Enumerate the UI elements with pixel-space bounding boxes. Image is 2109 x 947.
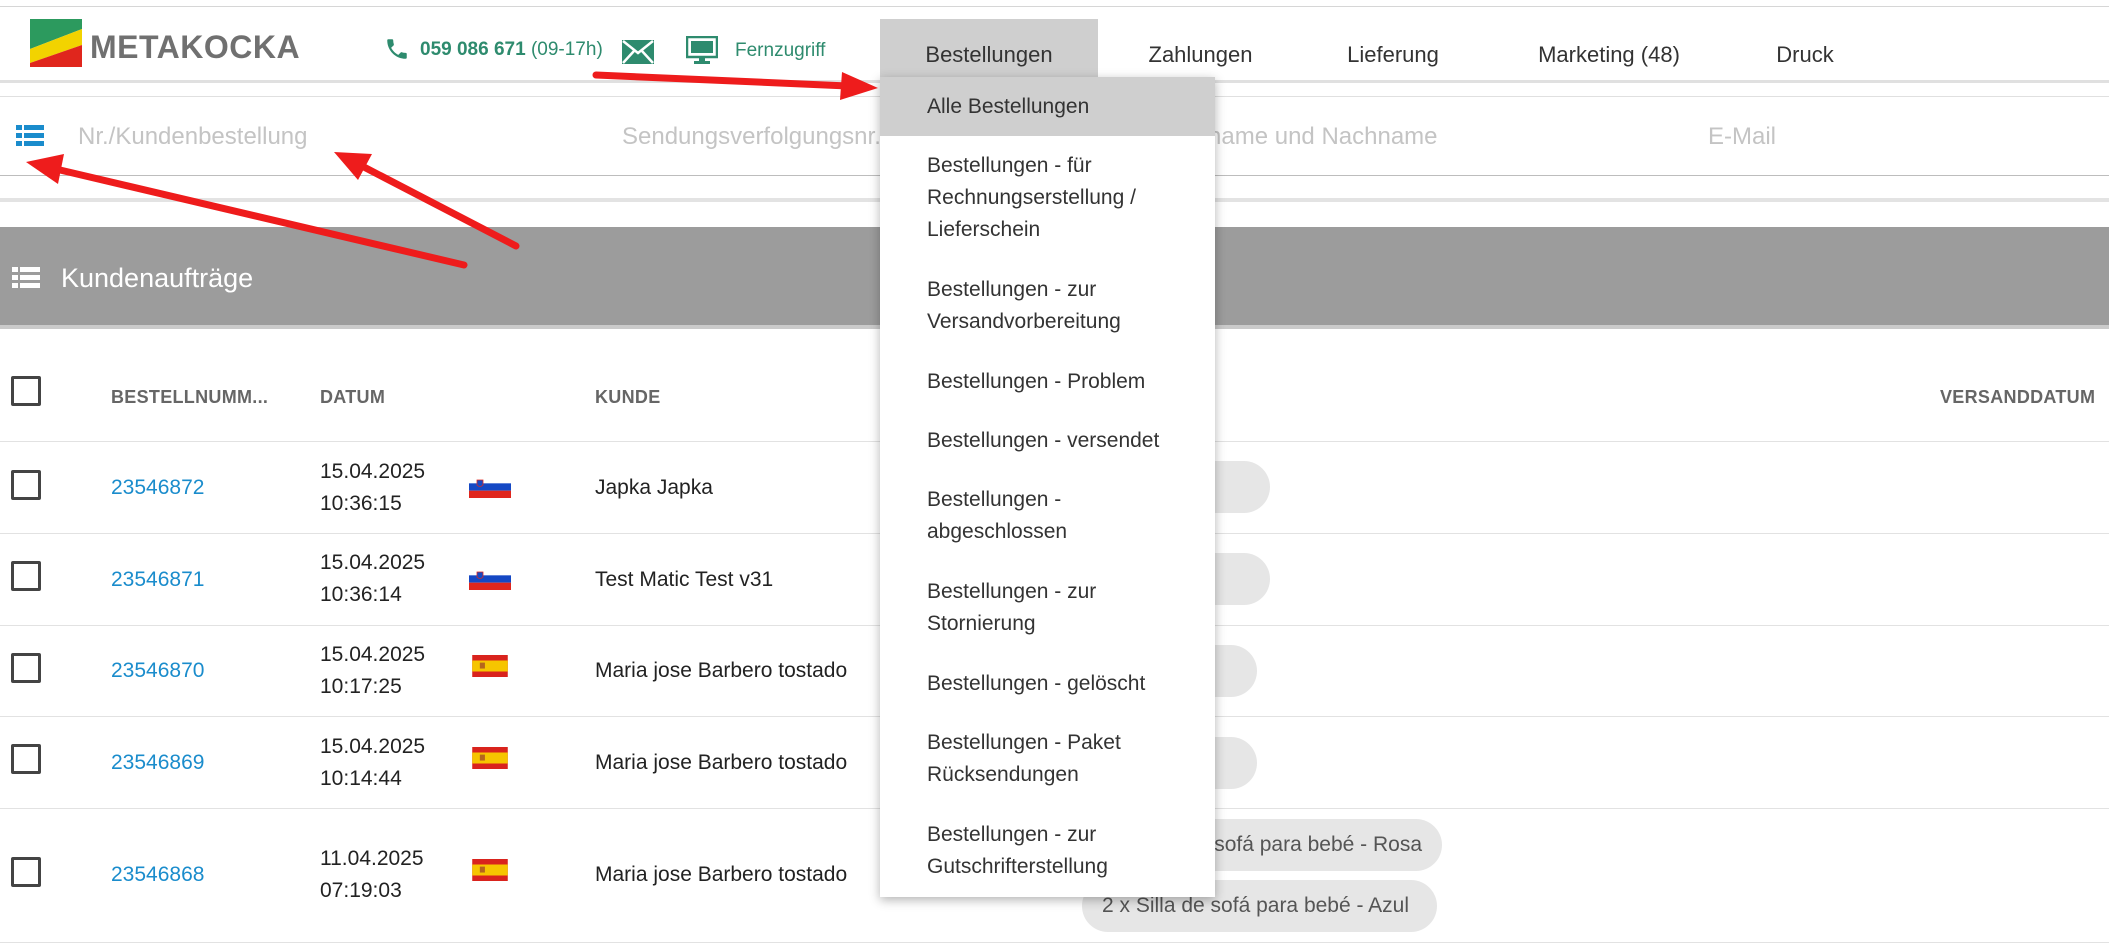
menu-item-cancellation[interactable]: Bestellungen - zur Stornierung [880,576,1215,640]
order-date-day: 15.04.2025 [320,460,426,483]
monitor-icon[interactable] [686,36,718,64]
select-all-checkbox[interactable] [11,376,41,406]
order-number-link[interactable]: 23546870 [111,659,204,683]
order-date-time: 10:17:25 [320,675,402,698]
order-date-time: 10:36:14 [320,583,402,606]
column-header-customer[interactable]: KUNDE [595,387,661,408]
order-date-time: 10:14:44 [320,767,402,790]
order-date-time: 07:19:03 [320,879,402,902]
order-number-search[interactable]: Nr./Kundenbestellung [78,123,308,151]
menu-item-invoicing[interactable]: Bestellungen - für Rechnungserstellung /… [880,150,1215,246]
nav-bestellungen[interactable]: Bestellungen [880,19,1098,82]
menu-item-shipped[interactable]: Bestellungen - versendet [880,425,1215,457]
flag-spain-icon [472,655,508,677]
order-date-day: 11.04.2025 [320,847,424,870]
order-date: 15.04.2025 10:36:15 [320,456,425,520]
email-search[interactable]: E-Mail [1708,123,1776,151]
customer-name: Maria jose Barbero tostado [595,659,848,682]
order-date-time: 10:36:15 [320,492,402,515]
row-divider [0,942,2109,943]
menu-item-all-orders[interactable]: Alle Bestellungen [880,77,1215,136]
menu-item-shipping-prep[interactable]: Bestellungen - zur Versandvorbereitung [880,274,1215,338]
nav-zahlungen[interactable]: Zahlungen [1118,19,1283,82]
order-number-link[interactable]: 23546869 [111,751,204,775]
list-icon [12,267,40,288]
logo-text[interactable]: METAKOCKA [90,29,300,66]
row-checkbox[interactable] [11,561,41,591]
flag-slovenia-icon [469,476,511,498]
order-date: 15.04.2025 10:17:25 [320,639,425,703]
menu-item-returns[interactable]: Bestellungen - Paket Rücksendungen [880,727,1215,791]
menu-item-problem[interactable]: Bestellungen - Problem [880,366,1215,398]
column-header-date[interactable]: DATUM [320,387,385,408]
phone-number-value: 059 086 671 [420,39,526,60]
nav-lieferung[interactable]: Lieferung [1318,19,1468,82]
mail-icon[interactable] [622,40,654,64]
order-date: 11.04.2025 07:19:03 [320,843,424,907]
order-number-link[interactable]: 23546872 [111,476,204,500]
bestellungen-dropdown-menu: Alle Bestellungen Bestellungen - für Rec… [880,77,1215,897]
phone-hours: (09-17h) [530,39,603,60]
remote-access-link[interactable]: Fernzugriff [735,40,825,62]
order-number-link[interactable]: 23546871 [111,568,204,592]
flag-slovenia-icon [469,568,511,590]
menu-item-credit-note[interactable]: Bestellungen - zur Gutschrifterstellung [880,819,1215,883]
column-header-shipping-date[interactable]: VERSANDDATUM [1940,387,2095,408]
nav-druck[interactable]: Druck [1735,19,1875,82]
order-date-day: 15.04.2025 [320,643,426,666]
metakocka-logo[interactable] [30,19,82,67]
flag-spain-icon [472,859,508,881]
row-checkbox[interactable] [11,744,41,774]
row-checkbox[interactable] [11,857,41,887]
flag-spain-icon [472,747,508,769]
customer-name: Maria jose Barbero tostado [595,863,848,886]
column-header-order-number[interactable]: BESTELLNUMM... [111,387,268,408]
phone-icon [387,39,407,59]
row-checkbox[interactable] [11,653,41,683]
order-date-day: 15.04.2025 [320,735,426,758]
customer-name: Test Matic Test v31 [595,568,774,591]
order-number-link[interactable]: 23546868 [111,863,204,887]
nav-marketing[interactable]: Marketing (48) [1520,19,1698,82]
order-date: 15.04.2025 10:36:14 [320,547,425,611]
row-checkbox[interactable] [11,470,41,500]
menu-item-deleted[interactable]: Bestellungen - gelöscht [880,668,1215,700]
customer-name: Maria jose Barbero tostado [595,751,848,774]
top-header: METAKOCKA 059 086 671 (09-17h) Fernzugri… [0,7,2109,83]
panel-title: Kundenaufträge [61,263,254,293]
order-date-day: 15.04.2025 [320,551,426,574]
order-date: 15.04.2025 10:14:44 [320,731,425,795]
tracking-number-search[interactable]: Sendungsverfolgungsnr. [622,123,881,151]
phone-number[interactable]: 059 086 671 (09-17h) [420,39,603,61]
list-icon[interactable] [16,125,44,147]
menu-item-completed[interactable]: Bestellungen - abgeschlossen [880,484,1215,548]
customer-name: Japka Japka [595,476,713,499]
